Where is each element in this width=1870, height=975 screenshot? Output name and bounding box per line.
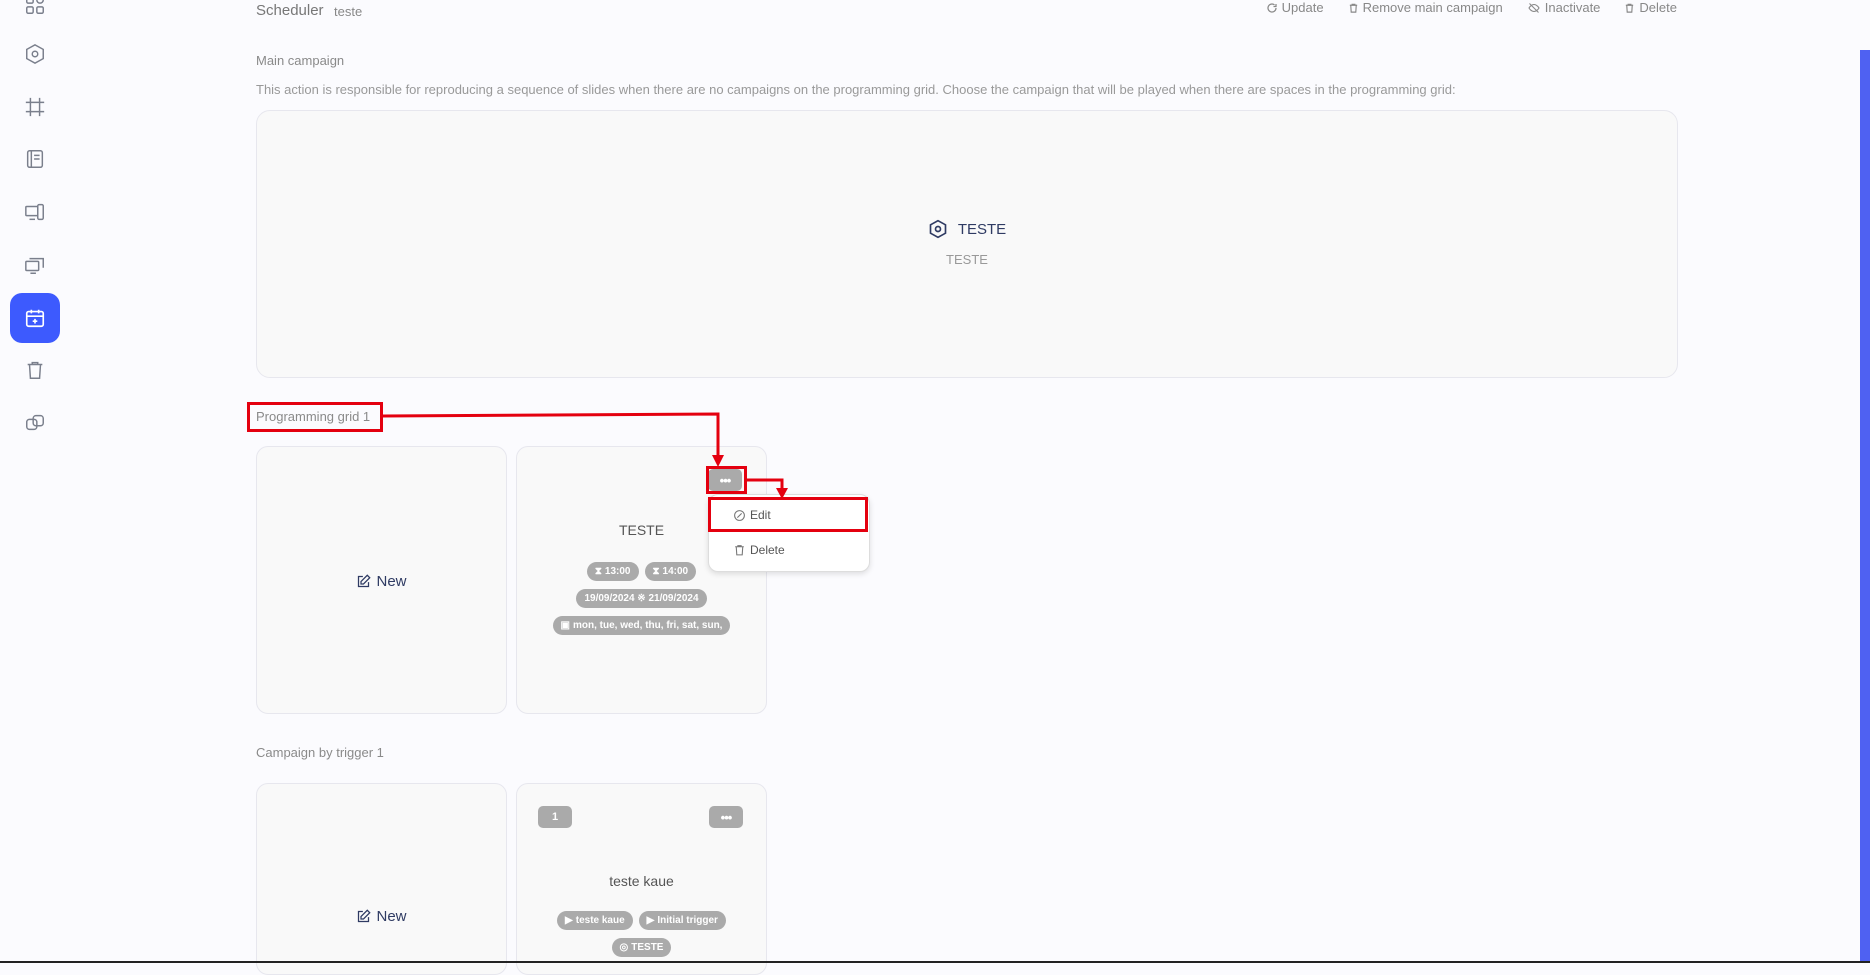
campaign-icon: ◎ [619, 942, 629, 953]
campaign-icon [929, 219, 947, 239]
trash-icon [735, 545, 744, 556]
annotation-box-edit [708, 497, 868, 532]
trigger-card-title: teste kaue [609, 873, 674, 889]
calendar-plus-icon [25, 309, 45, 328]
new-trigger-button[interactable]: New [257, 908, 506, 925]
refresh-icon [1267, 2, 1277, 13]
trigger-pill-a: ▶ teste kaue [557, 911, 633, 930]
scrollbar[interactable] [1860, 50, 1870, 963]
trigger-card[interactable]: 1 ••• teste kaue ▶ teste kaue ▶ Initial tr… [516, 783, 767, 975]
sidebar-item-dashboard[interactable] [10, 0, 60, 30]
hourglass-icon: ⧗ [652, 566, 660, 577]
date-range-pill: 19/09/2024 ※ 21/09/2024 [576, 589, 707, 608]
start-time-pill: ⧗ 13:00 [586, 562, 639, 581]
trash-icon [1626, 3, 1634, 13]
menu-delete[interactable]: Delete [733, 543, 785, 557]
days-pills: ▣ mon, tue, wed, thu, fri, sat, sun, [517, 616, 766, 635]
trash-icon [27, 361, 43, 379]
trigger-pill-b: ▶ Initial trigger [638, 911, 726, 930]
main-campaign-label: Main campaign [256, 53, 345, 68]
sidebar-item-grid[interactable] [10, 82, 60, 132]
remove-main-campaign-button[interactable]: Remove main campaign [1348, 0, 1503, 15]
edit-icon [358, 574, 372, 588]
calendar-icon: ▣ [560, 620, 570, 631]
main-campaign-name: TESTE [957, 220, 1007, 238]
sidebar-item-layers[interactable] [10, 398, 60, 448]
trash-icon [1349, 3, 1357, 13]
main-campaign-description: This action is responsible for reproduci… [256, 82, 1456, 97]
trigger-label: Campaign by trigger 1 [256, 745, 384, 760]
devices-icon [25, 203, 44, 221]
update-button[interactable]: Update [1266, 0, 1324, 15]
campaign-icon [26, 43, 44, 65]
annotation-box-grid-label [247, 402, 383, 432]
edit-icon [358, 909, 372, 923]
inactivate-button[interactable]: Inactivate [1527, 0, 1600, 15]
trigger-pills: ▶ teste kaue ▶ Initial trigger [517, 911, 766, 930]
trigger-pills-2: ◎ TESTE [517, 938, 766, 957]
layers-icon [26, 414, 44, 431]
new-trigger-card[interactable]: New [256, 783, 507, 975]
grid-frame-icon [25, 97, 45, 117]
sidebar-item-book[interactable] [10, 134, 60, 184]
trigger-pill-c: ◎ TESTE [611, 938, 672, 957]
page-subtitle: teste [334, 4, 363, 19]
main-campaign-name-row: TESTE [257, 219, 1677, 239]
trigger-order-badge: 1 [538, 806, 572, 828]
date-pills: 19/09/2024 ※ 21/09/2024 [517, 589, 766, 608]
eye-off-icon [1528, 2, 1540, 13]
sidebar-item-monitors[interactable] [10, 240, 60, 290]
page-title: Scheduler [256, 2, 324, 19]
main-campaign-card[interactable]: TESTE TESTE [256, 110, 1678, 378]
delete-button[interactable]: Delete [1624, 0, 1677, 15]
trigger-card-menu-button[interactable]: ••• [709, 806, 743, 828]
sidebar [0, 0, 72, 963]
dashboard-icon [26, 0, 44, 14]
book-icon [26, 150, 44, 168]
play-icon: ▶ [565, 915, 573, 926]
hourglass-icon: ⧗ [594, 566, 602, 577]
sidebar-item-campaigns[interactable] [10, 29, 60, 79]
sidebar-item-scheduler[interactable] [10, 293, 60, 343]
annotation-box-menu-button [706, 466, 747, 494]
sidebar-item-devices[interactable] [10, 187, 60, 237]
monitors-icon [25, 257, 44, 274]
header-actions: Update Remove main campaign Inactivate D… [1266, 0, 1677, 15]
main-campaign-sub: TESTE [946, 252, 988, 267]
new-grid-card[interactable]: New [256, 446, 507, 714]
days-pill: ▣ mon, tue, wed, thu, fri, sat, sun, [552, 616, 731, 635]
new-grid-button[interactable]: New [257, 573, 506, 590]
play-icon: ▶ [646, 915, 655, 926]
end-time-pill: ⧗ 14:00 [644, 562, 697, 581]
sidebar-item-trash[interactable] [10, 345, 60, 395]
